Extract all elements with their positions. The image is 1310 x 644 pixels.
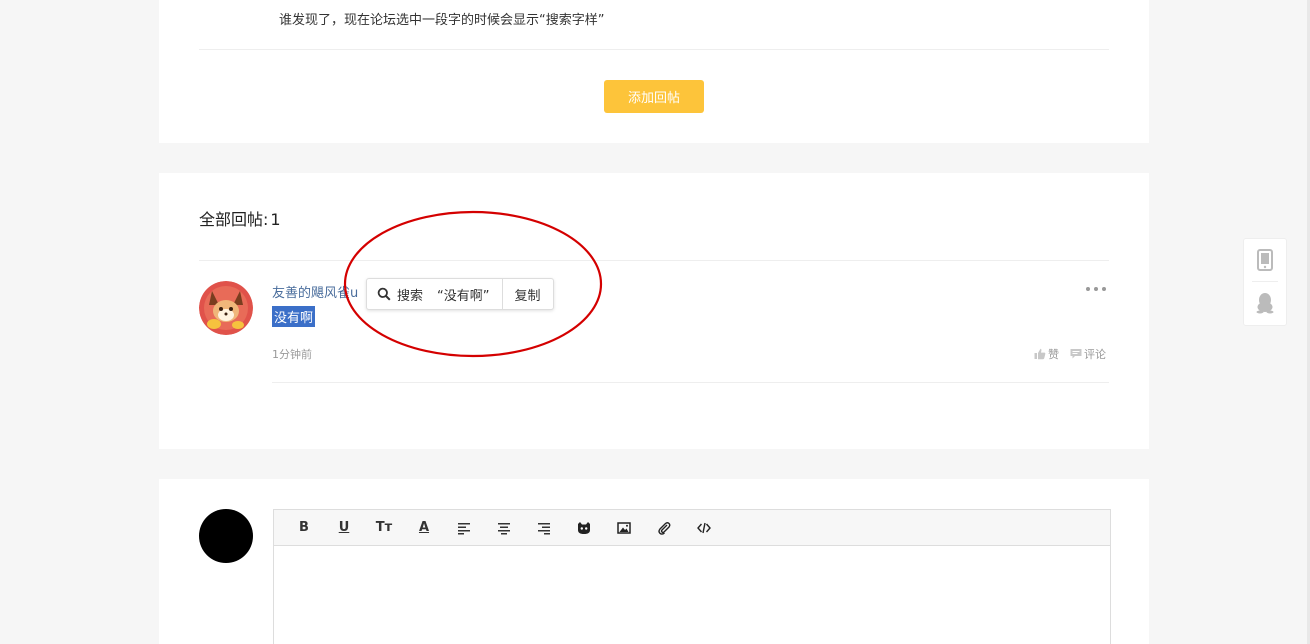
code-button[interactable]	[684, 510, 724, 545]
attachment-icon	[658, 521, 671, 535]
previous-reply-text: 谁发现了，现在论坛选中一段字的时候会显示“搜索字样”	[279, 13, 605, 28]
side-float-bar	[1243, 238, 1287, 326]
divider	[272, 382, 1109, 383]
reply-timestamp: 1分钟前	[272, 348, 312, 361]
copy-button[interactable]: 复制	[503, 279, 553, 309]
align-center-button[interactable]	[484, 510, 524, 545]
replies-header: 全部回帖: 1	[199, 206, 281, 230]
code-icon	[697, 522, 711, 533]
search-icon	[377, 287, 391, 301]
underline-icon: U	[338, 520, 350, 535]
fox-avatar-icon	[199, 281, 253, 335]
editor-toolbar: B U Tт A	[274, 510, 1110, 546]
replies-title-label: 全部回帖:	[199, 210, 269, 229]
mobile-button[interactable]	[1244, 239, 1286, 281]
emoji-button[interactable]	[564, 510, 604, 545]
align-right-icon	[538, 522, 550, 534]
page: 谁发现了，现在论坛选中一段字的时候会显示“搜索字样” 添加回帖 全部回帖:1	[0, 0, 1310, 644]
search-label: 搜索	[397, 288, 424, 304]
more-options-icon[interactable]	[1086, 281, 1106, 297]
reply-content-selected: 没有啊	[272, 306, 316, 327]
comment-label: 评论	[1084, 348, 1106, 361]
post-card: 谁发现了，现在论坛选中一段字的时候会显示“搜索字样” 添加回帖	[159, 0, 1149, 143]
bold-button[interactable]: B	[284, 510, 324, 545]
align-center-icon	[498, 522, 510, 534]
divider	[199, 260, 1109, 261]
image-icon	[617, 521, 631, 534]
mobile-icon	[1257, 249, 1273, 271]
reply-editor[interactable]: B U Tт A	[273, 509, 1111, 644]
qq-button[interactable]	[1244, 282, 1286, 324]
bold-icon: B	[299, 520, 309, 535]
align-left-button[interactable]	[444, 510, 484, 545]
comment-button[interactable]: 评论	[1070, 346, 1106, 362]
text-size-icon: Tт	[375, 520, 393, 535]
text-size-button[interactable]: Tт	[364, 510, 404, 545]
emoji-icon	[578, 521, 590, 534]
selection-popup: 搜索 “没有啊” 复制	[366, 278, 554, 310]
attachment-button[interactable]	[644, 510, 684, 545]
editor-card: B U Tт A	[159, 479, 1149, 644]
comment-icon	[1070, 349, 1082, 359]
like-button[interactable]: 赞	[1034, 346, 1059, 362]
replies-count: 1	[270, 210, 281, 229]
current-user-avatar	[199, 509, 253, 563]
font-color-icon: A	[418, 520, 430, 535]
font-color-button[interactable]: A	[404, 510, 444, 545]
add-reply-button[interactable]: 添加回帖	[604, 80, 704, 113]
thumbs-up-icon	[1034, 348, 1046, 360]
divider	[199, 49, 1109, 50]
search-selection-button[interactable]: 搜索 “没有啊”	[367, 279, 503, 309]
avatar[interactable]	[199, 281, 253, 335]
underline-button[interactable]: U	[324, 510, 364, 545]
search-query: “没有啊”	[437, 288, 490, 304]
reply-username[interactable]: 友善的飓风雀u	[272, 282, 358, 301]
like-label: 赞	[1048, 348, 1059, 361]
align-left-icon	[458, 522, 470, 534]
image-button[interactable]	[604, 510, 644, 545]
qq-icon	[1256, 293, 1274, 314]
replies-card: 全部回帖: 1 友善的飓风雀u 没有啊 1分钟前 赞 评论	[159, 173, 1149, 449]
align-right-button[interactable]	[524, 510, 564, 545]
